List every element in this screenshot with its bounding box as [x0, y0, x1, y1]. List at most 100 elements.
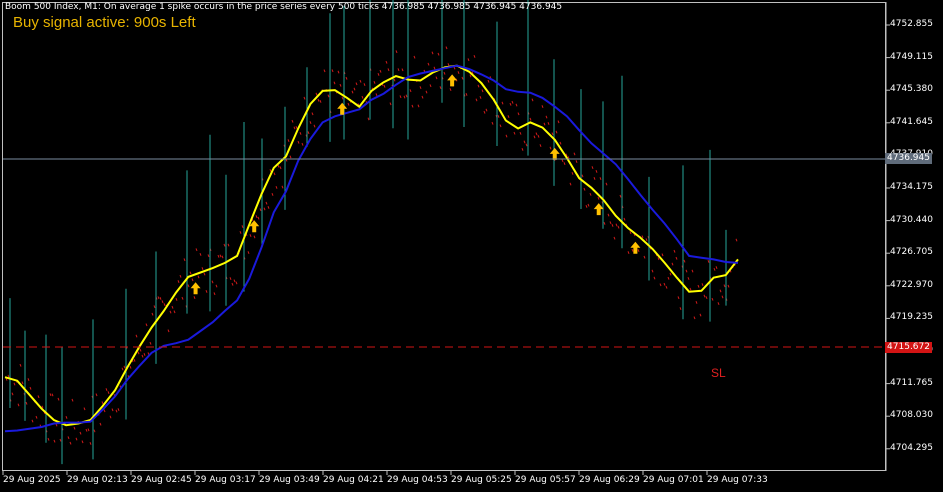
bear-tick — [233, 279, 236, 283]
bear-tick — [687, 277, 690, 280]
bear-tick — [315, 92, 318, 96]
bear-tick — [683, 259, 686, 263]
bear-tick — [311, 112, 314, 116]
bear-tick — [559, 141, 562, 145]
bear-tick — [223, 243, 226, 247]
y-tick-label: 4749.115 — [890, 51, 933, 62]
bear-tick — [333, 81, 336, 85]
bear-tick — [47, 437, 50, 441]
bear-tick — [363, 83, 366, 87]
bear-tick — [67, 436, 70, 440]
bear-tick — [529, 117, 532, 121]
bear-tick — [79, 431, 82, 435]
bear-tick — [587, 203, 590, 207]
bear-tick — [121, 367, 124, 371]
buy-arrow-icon — [593, 203, 604, 216]
bear-tick — [323, 69, 326, 73]
bear-tick — [421, 95, 424, 99]
bear-tick — [187, 284, 190, 288]
x-tick-label: 29 Aug 05:57 — [515, 475, 576, 485]
price-chart[interactable] — [0, 0, 943, 492]
bear-tick — [581, 174, 584, 178]
x-tick-label: 29 Aug 03:17 — [195, 475, 256, 485]
bear-tick — [521, 148, 524, 151]
bear-tick — [387, 68, 390, 72]
bear-tick — [107, 391, 110, 394]
y-tick-label: 4730.440 — [890, 214, 933, 225]
bear-tick — [727, 284, 730, 288]
bear-tick — [461, 76, 464, 80]
bear-tick — [693, 316, 696, 320]
bear-tick — [375, 93, 378, 97]
x-tick-label: 29 Aug 05:25 — [451, 475, 512, 485]
bear-tick — [137, 351, 140, 355]
y-tick-label: 4722.970 — [890, 279, 933, 290]
buy-signal-text: Buy signal active: 900s Left — [13, 14, 196, 31]
bear-tick — [619, 194, 622, 198]
bear-tick — [607, 213, 610, 217]
bear-tick — [437, 52, 440, 56]
bear-tick — [19, 363, 22, 367]
bear-tick — [139, 348, 142, 352]
bear-tick — [397, 68, 400, 72]
bear-tick — [427, 62, 430, 66]
bear-tick — [533, 135, 536, 139]
bear-tick — [723, 284, 726, 288]
bear-tick — [735, 238, 738, 242]
bear-tick — [575, 160, 578, 163]
bear-tick — [401, 68, 404, 72]
buy-arrow-icon — [549, 147, 560, 160]
bear-tick — [103, 409, 106, 413]
bear-tick — [221, 255, 224, 259]
bear-tick — [479, 96, 482, 99]
current-price-tag: 4736.945 — [885, 153, 932, 164]
bear-tick — [53, 439, 56, 443]
bear-tick — [609, 221, 612, 225]
bear-tick — [191, 278, 194, 282]
bear-tick — [65, 416, 68, 419]
bear-tick — [35, 415, 38, 419]
bear-tick — [71, 398, 74, 402]
bear-tick — [151, 312, 154, 316]
y-tick-label: 4704.295 — [890, 442, 933, 453]
bear-tick — [49, 393, 52, 397]
bear-tick — [517, 112, 520, 116]
bear-tick — [231, 282, 234, 286]
bear-tick — [347, 102, 350, 106]
bear-tick — [695, 300, 698, 304]
bear-tick — [685, 269, 688, 273]
bear-tick — [277, 164, 280, 168]
bear-tick — [149, 341, 152, 345]
chart-window[interactable]: Boom 500 Index, M1: On average 1 spike o… — [0, 0, 943, 492]
y-tick-label: 4711.765 — [890, 377, 933, 388]
sl-label: SL — [711, 366, 726, 380]
bear-tick — [615, 223, 618, 227]
buy-arrow-icon — [447, 74, 458, 87]
bear-tick — [361, 95, 364, 99]
bear-tick — [163, 303, 166, 306]
bear-tick — [257, 216, 260, 220]
bear-tick — [57, 397, 60, 401]
bear-tick — [721, 295, 724, 299]
bear-tick — [345, 76, 348, 80]
bear-tick — [143, 353, 146, 356]
bear-tick — [651, 269, 654, 273]
bear-tick — [449, 88, 452, 92]
bear-tick — [473, 55, 476, 58]
bear-tick — [309, 121, 312, 124]
bear-tick — [217, 254, 220, 258]
bear-tick — [89, 441, 92, 445]
bear-tick — [227, 243, 230, 247]
bear-tick — [637, 249, 640, 252]
bear-tick — [115, 409, 118, 413]
bear-tick — [145, 323, 148, 327]
bear-tick — [281, 185, 284, 189]
bear-tick — [171, 305, 174, 309]
bear-tick — [561, 159, 564, 163]
bear-tick — [453, 66, 456, 70]
symbol-info-header: Boom 500 Index, M1: On average 1 spike o… — [5, 2, 563, 12]
bear-tick — [25, 401, 28, 405]
bear-tick — [599, 177, 602, 181]
bear-tick — [661, 253, 664, 257]
bear-tick — [457, 71, 460, 74]
